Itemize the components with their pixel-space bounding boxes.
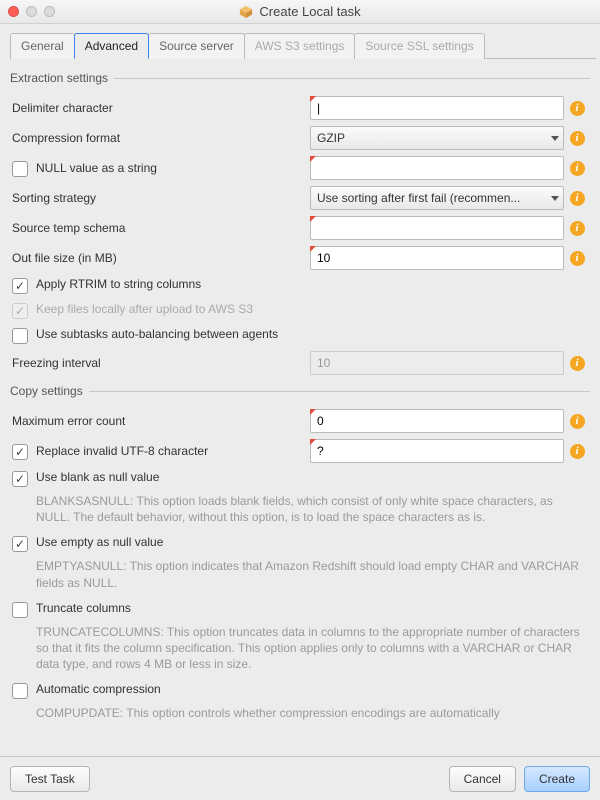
replace-utf8-checkbox[interactable] <box>12 444 28 460</box>
replace-utf8-input[interactable] <box>310 439 564 463</box>
button-label: Cancel <box>464 772 501 786</box>
freezing-label: Freezing interval <box>10 356 310 370</box>
temp-schema-label: Source temp schema <box>10 221 310 235</box>
tab-label: Source SSL settings <box>365 39 473 53</box>
row-blank-null: Use blank as null value <box>10 466 590 491</box>
row-replace-utf8: Replace invalid UTF-8 character i <box>10 436 590 466</box>
sorting-label: Sorting strategy <box>10 191 310 205</box>
tab-label: General <box>21 39 64 53</box>
extraction-legend: Extraction settings <box>10 71 114 85</box>
replace-utf8-label: Replace invalid UTF-8 character <box>36 444 208 458</box>
truncate-desc: TRUNCATECOLUMNS: This option truncates d… <box>36 624 590 673</box>
keep-local-label: Keep files locally after upload to AWS S… <box>36 302 253 316</box>
blank-null-checkbox[interactable] <box>12 471 28 487</box>
compression-label: Compression format <box>10 131 310 145</box>
chevron-down-icon <box>551 196 559 201</box>
autocomp-label: Automatic compression <box>36 682 161 696</box>
row-sorting: Sorting strategy Use sorting after first… <box>10 183 590 213</box>
rtrim-label: Apply RTRIM to string columns <box>36 277 201 291</box>
copy-settings-group: Copy settings Maximum error count i Repl… <box>10 384 590 728</box>
copy-legend: Copy settings <box>10 384 89 398</box>
freezing-input <box>310 351 564 375</box>
select-value: Use sorting after first fail (recommen..… <box>317 191 520 205</box>
footer: Test Task Cancel Create <box>0 756 600 800</box>
temp-schema-input[interactable] <box>310 216 564 240</box>
tab-aws-s3: AWS S3 settings <box>244 33 356 59</box>
close-icon[interactable] <box>8 6 19 17</box>
row-delimiter: Delimiter character i <box>10 93 590 123</box>
select-value: GZIP <box>317 131 345 145</box>
info-icon[interactable]: i <box>570 101 585 116</box>
info-icon[interactable]: i <box>570 414 585 429</box>
row-temp-schema: Source temp schema i <box>10 213 590 243</box>
extraction-settings-group: Extraction settings Delimiter character … <box>10 71 590 378</box>
button-label: Create <box>539 772 575 786</box>
row-truncate: Truncate columns <box>10 597 590 622</box>
create-button[interactable]: Create <box>524 766 590 792</box>
panel-advanced: Extraction settings Delimiter character … <box>10 59 596 756</box>
info-icon[interactable]: i <box>570 356 585 371</box>
empty-null-checkbox[interactable] <box>12 536 28 552</box>
max-error-input[interactable] <box>310 409 564 433</box>
chevron-down-icon <box>551 136 559 141</box>
row-autocomp: Automatic compression <box>10 678 590 703</box>
blank-null-label: Use blank as null value <box>36 470 159 484</box>
sorting-select[interactable]: Use sorting after first fail (recommen..… <box>310 186 564 210</box>
subtasks-checkbox[interactable] <box>12 328 28 344</box>
null-string-input[interactable] <box>310 156 564 180</box>
empty-null-label: Use empty as null value <box>36 535 163 549</box>
empty-null-desc: EMPTYASNULL: This option indicates that … <box>36 558 590 590</box>
info-icon[interactable]: i <box>570 131 585 146</box>
test-task-button[interactable]: Test Task <box>10 766 90 792</box>
row-max-error: Maximum error count i <box>10 406 590 436</box>
blank-null-desc: BLANKSASNULL: This option loads blank fi… <box>36 493 590 525</box>
keep-local-checkbox <box>12 303 28 319</box>
tab-source-ssl: Source SSL settings <box>354 33 484 59</box>
subtasks-label: Use subtasks auto-balancing between agen… <box>36 327 278 341</box>
cancel-button[interactable]: Cancel <box>449 766 516 792</box>
info-icon[interactable]: i <box>570 161 585 176</box>
row-null-string: NULL value as a string i <box>10 153 590 183</box>
tab-label: Source server <box>159 39 234 53</box>
autocomp-desc: COMPUPDATE: This option controls whether… <box>36 705 590 721</box>
row-keep-local: Keep files locally after upload to AWS S… <box>10 298 590 323</box>
tab-advanced[interactable]: Advanced <box>74 33 149 59</box>
window-title-text: Create Local task <box>259 4 360 19</box>
window-title: Create Local task <box>0 4 600 19</box>
info-icon[interactable]: i <box>570 251 585 266</box>
row-subtasks: Use subtasks auto-balancing between agen… <box>10 323 590 348</box>
info-icon[interactable]: i <box>570 444 585 459</box>
tab-label: Advanced <box>85 39 138 53</box>
window-controls <box>8 6 55 17</box>
autocomp-checkbox[interactable] <box>12 683 28 699</box>
null-string-checkbox[interactable] <box>12 161 28 177</box>
button-label: Test Task <box>25 772 75 786</box>
info-icon[interactable]: i <box>570 221 585 236</box>
truncate-label: Truncate columns <box>36 601 131 615</box>
delimiter-label: Delimiter character <box>10 101 310 115</box>
compression-select[interactable]: GZIP <box>310 126 564 150</box>
max-error-label: Maximum error count <box>10 414 310 428</box>
maximize-icon[interactable] <box>44 6 55 17</box>
row-empty-null: Use empty as null value <box>10 531 590 556</box>
delimiter-input[interactable] <box>310 96 564 120</box>
info-icon[interactable]: i <box>570 191 585 206</box>
row-freezing: Freezing interval i <box>10 348 590 378</box>
tab-general[interactable]: General <box>10 33 75 59</box>
out-file-size-input[interactable] <box>310 246 564 270</box>
row-rtrim: Apply RTRIM to string columns <box>10 273 590 298</box>
truncate-checkbox[interactable] <box>12 602 28 618</box>
row-compression: Compression format GZIP i <box>10 123 590 153</box>
tab-label: AWS S3 settings <box>255 39 345 53</box>
minimize-icon[interactable] <box>26 6 37 17</box>
rtrim-checkbox[interactable] <box>12 278 28 294</box>
tab-source-server[interactable]: Source server <box>148 33 245 59</box>
row-out-file-size: Out file size (in MB) i <box>10 243 590 273</box>
null-string-label: NULL value as a string <box>36 161 157 175</box>
titlebar: Create Local task <box>0 0 600 24</box>
tab-bar: General Advanced Source server AWS S3 se… <box>10 32 596 59</box>
out-file-size-label: Out file size (in MB) <box>10 251 310 265</box>
package-icon <box>239 5 253 19</box>
